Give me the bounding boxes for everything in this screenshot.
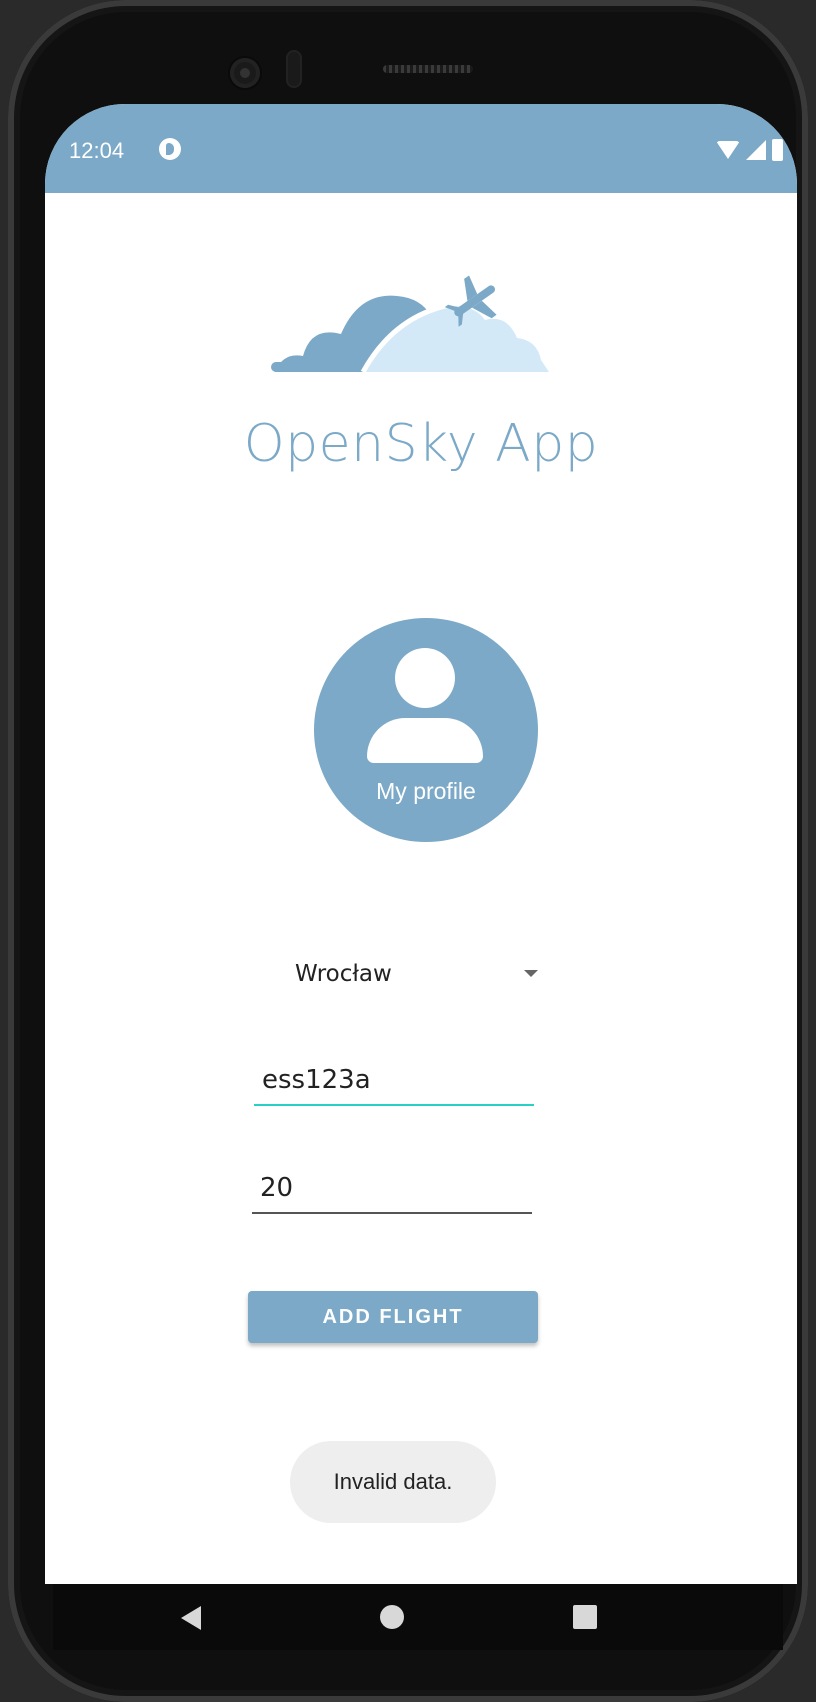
city-dropdown-value: Wrocław [295, 961, 392, 987]
status-time: 12:04 [69, 138, 125, 163]
dropdown-arrow-icon [524, 970, 538, 977]
status-icons [716, 138, 783, 162]
battery-icon [772, 139, 783, 161]
number-input[interactable] [252, 1164, 532, 1214]
device-frame: 12:04 OpenSky App My profile Wrocław ess… [8, 0, 808, 1702]
front-camera [230, 58, 260, 88]
city-dropdown[interactable]: Wrocław [277, 944, 562, 1004]
app-screen: 12:04 OpenSky App My profile Wrocław ess… [45, 104, 797, 1584]
app-notification-icon [159, 138, 181, 160]
app-title: OpenSky App [243, 414, 599, 474]
wifi-icon [716, 141, 740, 159]
back-icon[interactable] [181, 1606, 201, 1630]
status-bar: 12:04 [45, 104, 797, 193]
home-icon[interactable] [380, 1605, 404, 1629]
flight-code-input[interactable] [254, 1056, 534, 1106]
toast-message: Invalid data. [290, 1441, 496, 1523]
navigation-bar [53, 1584, 783, 1650]
proximity-sensor [286, 50, 302, 88]
user-icon [395, 648, 455, 708]
earpiece-speaker [383, 65, 473, 73]
signal-icon [746, 140, 766, 160]
recents-icon[interactable] [573, 1605, 597, 1629]
user-icon-body [367, 718, 483, 763]
my-profile-label: My profile [376, 778, 476, 804]
app-logo [271, 275, 549, 374]
add-flight-button[interactable]: ADD FLIGHT [248, 1291, 538, 1343]
my-profile-button[interactable]: My profile [314, 618, 538, 842]
